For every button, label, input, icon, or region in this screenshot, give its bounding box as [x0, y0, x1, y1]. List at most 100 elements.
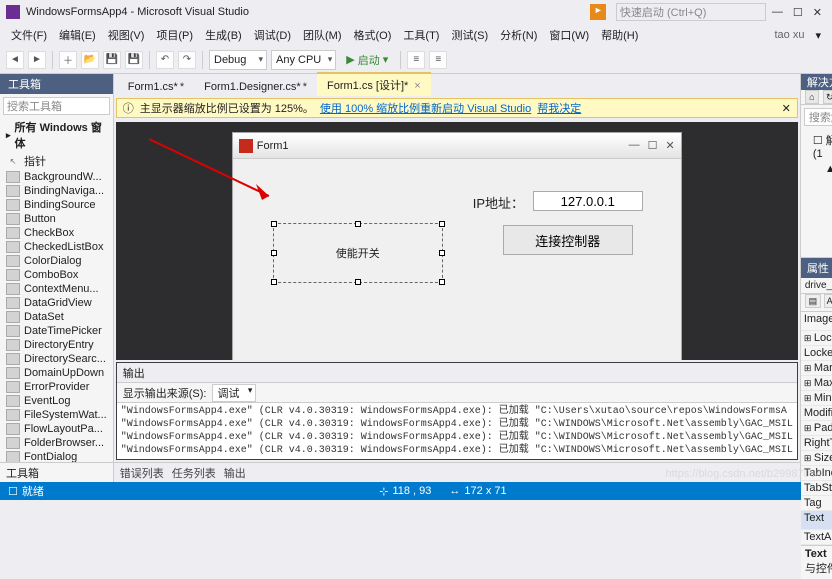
nav-fwd-button[interactable]: ►	[28, 51, 46, 69]
toolbox-item[interactable]: BindingNaviga...	[0, 184, 113, 198]
open-button[interactable]: 📂	[81, 51, 99, 69]
property-row[interactable]: TextAlignMiddleCenter	[801, 530, 832, 545]
toolbox-item[interactable]: EventLog	[0, 394, 113, 408]
toolbox-item[interactable]: BindingSource	[0, 198, 113, 212]
toolbox-item[interactable]: ComboBox	[0, 268, 113, 282]
property-row[interactable]: ImageList(无)	[801, 312, 832, 331]
solexp-search-input[interactable]: 搜索解决方案资源管理器(Ctrl+;)	[804, 108, 832, 126]
toolbox-item[interactable]: DirectoryEntry	[0, 338, 113, 352]
user-menu-icon[interactable]: ▾	[810, 27, 826, 44]
toolbox-item[interactable]: ColorDialog	[0, 254, 113, 268]
solexp-toolbar: ⌂↻⊞⟳	[801, 90, 832, 105]
output-tab[interactable]: 任务列表	[172, 465, 216, 481]
save-button[interactable]: 💾	[103, 51, 121, 69]
form-canvas[interactable]: Form1 —☐✕ 使能开关 IP地址： 连接控制器	[232, 132, 682, 360]
menu-编辑(E)[interactable]: 编辑(E)	[54, 25, 101, 45]
window-controls[interactable]: —☐✕	[772, 6, 826, 19]
output-text[interactable]: "WindowsFormsApp4.exe" (CLR v4.0.30319: …	[117, 403, 797, 459]
selected-control-drive-switch[interactable]: 使能开关	[273, 223, 443, 283]
ref-csharp-node: ■■ Microsoft.CSharp	[803, 227, 832, 241]
start-debug-button[interactable]: ▶ 启动 ▾	[340, 52, 394, 68]
toolbox-item[interactable]: FlowLayoutPa...	[0, 422, 113, 436]
property-row[interactable]: MaximumSize0, 0	[801, 376, 832, 391]
menu-窗口(W)[interactable]: 窗口(W)	[544, 25, 594, 45]
toolbox-item[interactable]: FontDialog	[0, 450, 113, 462]
toolbox-item[interactable]: BackgroundW...	[0, 170, 113, 184]
redo-button[interactable]: ↷	[178, 51, 196, 69]
undo-button[interactable]: ↶	[156, 51, 174, 69]
notification-icon[interactable]	[590, 4, 606, 20]
toolbox-item[interactable]: ErrorProvider	[0, 380, 113, 394]
ip-textbox[interactable]	[533, 191, 643, 211]
property-row[interactable]: Padding0, 0, 0, 0	[801, 421, 832, 436]
menu-工具(T)[interactable]: 工具(T)	[398, 25, 444, 45]
config-combo[interactable]: Debug	[209, 50, 267, 70]
categorized-icon[interactable]: ▤	[805, 294, 821, 308]
toolbox-item[interactable]: Button	[0, 212, 113, 226]
control-icon	[6, 297, 20, 309]
save-all-button[interactable]: 💾	[125, 51, 143, 69]
toolbox-item[interactable]: DomainUpDown	[0, 366, 113, 380]
toolbox-search-input[interactable]: 授索工具箱	[3, 97, 110, 115]
align-btn-2[interactable]: ≡	[429, 51, 447, 69]
solution-tree[interactable]: ☐ 解决方案"WindowsFormsApp4"(1 ▲ ☐ WindowsFo…	[801, 129, 832, 257]
output-source-combo[interactable]: 调试	[212, 384, 256, 402]
doc-tab[interactable]: Form1.cs*	[118, 78, 194, 96]
menu-帮助(H)[interactable]: 帮助(H)	[596, 25, 643, 45]
toolbox-item[interactable]: CheckBox	[0, 226, 113, 240]
toolbox-category[interactable]: 所有 Windows 窗体	[0, 118, 113, 152]
doc-tab[interactable]: Form1.cs [设计]*	[317, 72, 431, 96]
toolbox-item[interactable]: ↖指针	[0, 152, 113, 170]
toolbox-item[interactable]: ContextMenu...	[0, 282, 113, 296]
menu-文件(F)[interactable]: 文件(F)	[6, 25, 52, 45]
platform-combo[interactable]: Any CPU	[271, 50, 336, 70]
menu-调试(D)[interactable]: 调试(D)	[249, 25, 296, 45]
quick-launch-input[interactable]: 快速启动 (Ctrl+Q)	[616, 3, 766, 21]
align-btn[interactable]: ≡	[407, 51, 425, 69]
property-row[interactable]: Text使能开关	[801, 511, 832, 530]
toolbox-item[interactable]: DateTimePicker	[0, 324, 113, 338]
toolbox-item[interactable]: DirectorySearc...	[0, 352, 113, 366]
restart-link[interactable]: 使用 100% 缩放比例重新启动 Visual Studio	[320, 100, 531, 116]
property-row[interactable]: TabIndex1	[801, 466, 832, 481]
property-row[interactable]: RightToLeftNo	[801, 436, 832, 451]
control-icon	[6, 185, 20, 197]
toolbox-item[interactable]: CheckedListBox	[0, 240, 113, 254]
properties-node: ▸ 🔧 Properties	[803, 176, 832, 191]
toolbox-tab[interactable]: 工具箱	[0, 462, 113, 482]
status-location: ⊹ 118 , 93	[379, 485, 431, 498]
toolbox-item[interactable]: FileSystemWat...	[0, 408, 113, 422]
menu-测试(S)[interactable]: 测试(S)	[446, 25, 493, 45]
info-close-icon[interactable]: ✕	[782, 102, 791, 115]
nav-back-button[interactable]: ◄	[6, 51, 24, 69]
properties-object[interactable]: drive_switch System.Windows.Forms.L	[801, 278, 832, 294]
info-msg: 主显示器缩放比例已设置为 125%。	[140, 100, 314, 116]
property-row[interactable]: Location118, 93	[801, 331, 832, 346]
menu-视图(V)[interactable]: 视图(V)	[103, 25, 150, 45]
form-designer[interactable]: Form1 —☐✕ 使能开关 IP地址： 连接控制器	[116, 122, 798, 360]
menu-项目(P)[interactable]: 项目(P)	[151, 25, 198, 45]
home-icon[interactable]: ⌂	[805, 90, 819, 104]
alpha-icon[interactable]: A↓	[824, 294, 832, 308]
property-row[interactable]: ModifiersPrivate	[801, 406, 832, 421]
menu-团队(M)[interactable]: 团队(M)	[298, 25, 347, 45]
property-row[interactable]: Tag	[801, 496, 832, 511]
output-tab[interactable]: 错误列表	[120, 465, 164, 481]
user-name[interactable]: tao xu	[770, 27, 809, 43]
doc-tab[interactable]: Form1.Designer.cs*	[194, 78, 317, 96]
property-row[interactable]: TabStopTrue	[801, 481, 832, 496]
toolbox-item[interactable]: DataSet	[0, 310, 113, 324]
menu-格式(O)[interactable]: 格式(O)	[349, 25, 397, 45]
property-row[interactable]: Size172, 71	[801, 451, 832, 466]
help-link[interactable]: 帮我决定	[537, 100, 581, 116]
toolbox-item[interactable]: FolderBrowser...	[0, 436, 113, 450]
menu-生成(B)[interactable]: 生成(B)	[200, 25, 247, 45]
property-row[interactable]: MinimumSize0, 0	[801, 391, 832, 406]
new-button[interactable]: ＋	[59, 51, 77, 69]
property-row[interactable]: LockedFalse	[801, 346, 832, 361]
toolbox-item[interactable]: DataGridView	[0, 296, 113, 310]
connect-button[interactable]: 连接控制器	[503, 225, 633, 255]
output-tab[interactable]: 输出	[224, 465, 246, 481]
property-row[interactable]: Margin3, 3, 3, 3	[801, 361, 832, 376]
menu-分析(N)[interactable]: 分析(N)	[495, 25, 542, 45]
